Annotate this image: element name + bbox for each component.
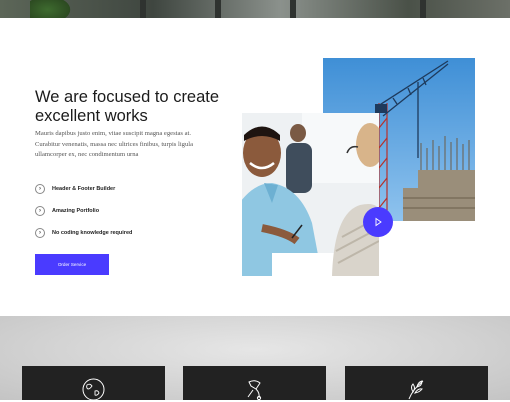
rocket-icon — [247, 380, 262, 401]
plant-decoration — [30, 0, 74, 18]
window-frame — [215, 0, 221, 18]
service-card[interactable] — [22, 366, 165, 401]
order-service-button[interactable]: Order Service — [35, 254, 109, 275]
feature-list: › Header & Footer Builder › Amazing Port… — [35, 178, 132, 244]
feature-item: › Header & Footer Builder — [35, 178, 132, 200]
hero-description: Mauris dapibus justo enim, vitae suscipi… — [35, 130, 194, 158]
top-image-band — [0, 0, 510, 18]
globe-icon — [82, 378, 105, 401]
feature-label: Amazing Portfolio — [52, 208, 100, 214]
window-frame — [290, 0, 296, 18]
service-card[interactable] — [345, 366, 488, 400]
window-frame — [420, 0, 426, 18]
service-card[interactable] — [183, 366, 326, 401]
play-icon — [375, 217, 382, 227]
business-meeting-image — [242, 113, 379, 276]
chevron-right-icon: › — [35, 206, 45, 216]
window-frame — [140, 0, 146, 18]
play-button[interactable] — [363, 207, 393, 237]
feature-label: Header & Footer Builder — [52, 186, 116, 192]
hero-heading: We are focused to create excellent works — [35, 88, 220, 125]
chevron-right-icon: › — [35, 228, 45, 238]
feature-item: › Amazing Portfolio — [35, 200, 132, 222]
feature-label: No coding knowledge required — [52, 230, 133, 236]
chevron-right-icon: › — [35, 184, 45, 194]
feature-item: › No coding knowledge required — [35, 222, 132, 244]
leaf-icon — [408, 380, 424, 400]
